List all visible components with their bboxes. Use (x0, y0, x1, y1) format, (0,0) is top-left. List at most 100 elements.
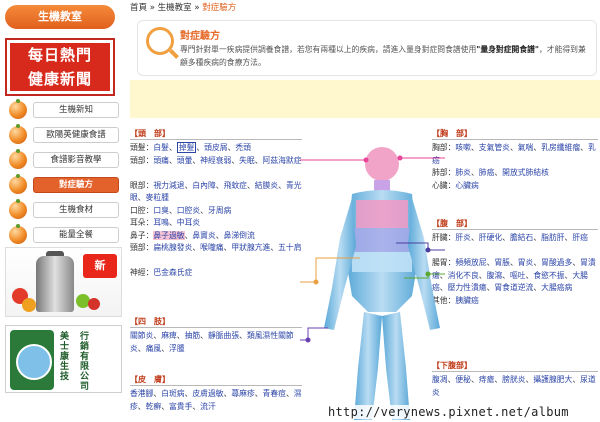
symptom-link[interactable]: 膀胱炎 (502, 375, 525, 384)
symptom-link[interactable]: 麻痺 (161, 331, 177, 340)
body-part-label: 頭髮： (130, 143, 154, 152)
symptom-link[interactable]: 腹瀉 (487, 271, 503, 280)
symptom-link[interactable]: 耳鳴 (153, 218, 169, 227)
symptom-link[interactable]: 口腔炎 (177, 206, 200, 215)
breadcrumb-section[interactable]: 生機教室 (158, 3, 192, 13)
symptom-link[interactable]: 肺癌 (479, 168, 495, 177)
symptom-link[interactable]: 神經衰弱 (200, 156, 231, 165)
separator: 、 (168, 218, 177, 227)
symptom-link[interactable]: 關節炎 (130, 331, 153, 340)
symptom-link[interactable]: 肝癌 (572, 233, 588, 242)
symptom-link[interactable]: 心臟病 (455, 181, 478, 190)
symptom-link[interactable]: 飛蚊症 (224, 181, 247, 190)
symptom-link[interactable]: 皮膚過敏 (192, 389, 223, 398)
sidebar-item-ingredients[interactable]: 生機食材 (5, 198, 122, 222)
separator: 、 (502, 233, 510, 242)
symptom-link[interactable]: 白斑病 (161, 389, 184, 398)
symptom-link[interactable]: 巴金森氏症 (153, 268, 192, 277)
custom-recipe-link[interactable]: "量身對症開食譜" (476, 45, 539, 54)
symptom-link[interactable]: 壓力性潰瘍 (448, 283, 487, 292)
symptom-link[interactable]: 頻頻放屁 (455, 258, 486, 267)
symptom-link[interactable]: 開放式肺結核 (502, 168, 549, 177)
symptom-link[interactable]: 浮腫 (169, 344, 185, 353)
sidebar-item-energy-meal[interactable]: 能量全餐 (5, 223, 122, 247)
fruit-icon (88, 298, 100, 310)
separator: 、 (176, 331, 185, 340)
symptom-link[interactable]: 肝硬化 (479, 233, 502, 242)
sidebar-item-remedies[interactable]: 對症驗方 (5, 173, 122, 197)
symptom-link[interactable]: 胰臟癌 (455, 296, 478, 305)
symptom-link[interactable]: 大腸癌病 (541, 283, 572, 292)
symptom-link[interactable]: 痛風 (146, 344, 162, 353)
symptom-link[interactable]: 鼻竇炎 (192, 231, 215, 240)
symptom-link[interactable]: 頭暈 (177, 156, 193, 165)
symptom-link[interactable]: 五十肩 (278, 243, 301, 252)
symptom-link[interactable]: 頭痛 (153, 156, 169, 165)
symptom-link[interactable]: 蕁麻疹 (231, 389, 254, 398)
symptom-link[interactable]: 膽結石 (510, 233, 533, 242)
symptom-link[interactable]: 氣喘 (518, 143, 534, 152)
separator: 、 (572, 375, 581, 384)
symptom-link[interactable]: 甲狀腺亢進 (231, 243, 270, 252)
right-section-divider (432, 229, 598, 230)
body-figure[interactable] (300, 128, 445, 422)
symptom-link[interactable]: 抽筋 (185, 331, 201, 340)
symptom-link[interactable]: 流汗 (200, 402, 216, 411)
symptom-link[interactable]: 禿頭 (235, 143, 251, 152)
symptom-link[interactable]: 脂肪肝 (541, 233, 564, 242)
left-symptom-row: 眼部：視力減退、白內障、飛蚊症、結膜炎、青光眼、麥粒腫 (130, 180, 302, 205)
symptom-link[interactable]: 口臭 (153, 206, 169, 215)
company-ad[interactable]: 美士康生技 行銷有限公司 (5, 325, 122, 393)
symptom-link[interactable]: 鼻子過敏 (153, 230, 185, 240)
symptom-link[interactable]: 胃食道逆流 (494, 283, 533, 292)
sidebar-item-recipes[interactable]: 歐陽英健康食譜 (5, 123, 122, 147)
breadcrumb-home[interactable]: 首頁 (130, 3, 147, 13)
symptom-link[interactable]: 阿茲海默症 (263, 156, 302, 165)
symptom-link[interactable]: 白髮 (153, 143, 169, 152)
symptom-link[interactable]: 胃脹 (494, 258, 510, 267)
symptom-link[interactable]: 青春痘 (263, 389, 286, 398)
sidebar-header[interactable]: 生機教室 (5, 5, 115, 29)
symptom-link[interactable]: 肺炎 (455, 168, 471, 177)
symptom-link[interactable]: 喉嚨痛 (200, 243, 223, 252)
symptom-link[interactable]: 麥粒腫 (146, 193, 169, 202)
symptom-link[interactable]: 嘔吐 (510, 271, 526, 280)
symptom-link[interactable]: 失眠 (239, 156, 255, 165)
symptom-link[interactable]: 便秘 (455, 375, 471, 384)
symptom-link[interactable]: 白內障 (192, 181, 215, 190)
separator: 、 (572, 258, 581, 267)
symptom-link[interactable]: 支氣管炎 (479, 143, 510, 152)
symptom-link[interactable]: 頭皮屑 (204, 143, 227, 152)
sidebar-item-label: 食譜影音教學 (33, 152, 119, 168)
symptom-link[interactable]: 攝護腺肥大 (533, 375, 572, 384)
symptom-link[interactable]: 痔瘡 (479, 375, 495, 384)
right-symptom-row: 腹凋、便秘、痔瘡、膀胱炎、攝護腺肥大、尿道炎 (432, 374, 598, 399)
symptom-link[interactable]: 肝炎 (455, 233, 471, 242)
juicer-ad[interactable]: 新 (5, 247, 122, 317)
symptom-link[interactable]: 結膜炎 (255, 181, 278, 190)
symptom-link[interactable]: 富貴手 (169, 402, 192, 411)
symptom-link[interactable]: 扁桃腺發炎 (153, 243, 192, 252)
symptom-link[interactable]: 掉髮 (176, 142, 197, 153)
sidebar-item-news[interactable]: 生機新知 (5, 98, 122, 122)
sidebar-item-video[interactable]: 食譜影音教學 (5, 148, 122, 172)
company-subtitle: 行銷有限公司 (80, 332, 90, 392)
hot-news-banner[interactable]: 每日熱門 健康新聞 (5, 38, 115, 96)
left-section-title: 【頭 部】 (130, 129, 170, 138)
symptom-link[interactable]: 香港腳 (130, 389, 153, 398)
symptom-link[interactable]: 消化不良 (448, 271, 479, 280)
symptom-link[interactable]: 胃炎 (518, 258, 534, 267)
symptom-link[interactable]: 靜脈曲張 (208, 331, 239, 340)
symptom-link[interactable]: 鼻涕倒流 (224, 231, 255, 240)
symptom-link[interactable]: 胃酸過多 (541, 258, 572, 267)
sidebar-item-label: 能量全餐 (33, 227, 119, 243)
symptom-link[interactable]: 食慾不振 (533, 271, 564, 280)
body-part-label: 眼部： (130, 180, 154, 190)
symptom-link[interactable]: 中耳炎 (177, 218, 200, 227)
symptom-link[interactable]: 乾癬 (146, 402, 162, 411)
symptom-link[interactable]: 牙周病 (208, 206, 231, 215)
symptom-link[interactable]: 乳房纖維瘤 (541, 143, 580, 152)
symptom-link[interactable]: 視力減退 (153, 181, 184, 190)
ad-banner (130, 80, 600, 118)
symptom-link[interactable]: 咳嗽 (455, 143, 471, 152)
